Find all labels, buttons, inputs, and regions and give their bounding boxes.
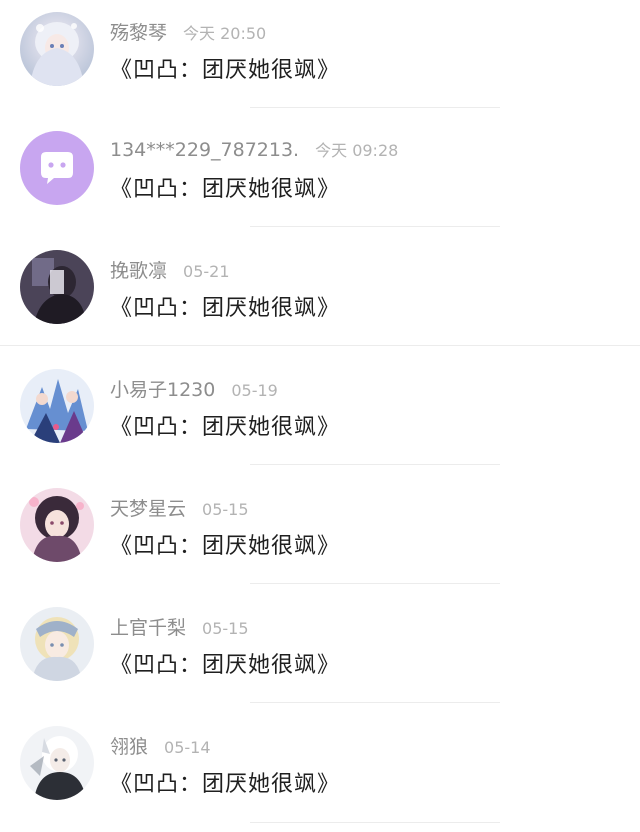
comment-item[interactable]: 天梦星云 05-15 《凹凸：团厌她很飒》	[0, 476, 640, 594]
divider	[250, 583, 500, 584]
comment-header: 挽歌凛 05-21	[110, 256, 230, 284]
comment-text: 《凹凸：团厌她很飒》	[110, 772, 341, 797]
user-avatar[interactable]	[20, 250, 94, 324]
username[interactable]: 挽歌凛	[110, 260, 167, 282]
comment-header: 翎狼 05-14	[110, 732, 211, 760]
comment-header: 天梦星云 05-15	[110, 494, 249, 522]
divider	[250, 822, 500, 823]
divider	[250, 702, 500, 703]
timestamp: 05-19	[231, 381, 278, 400]
divider	[250, 464, 500, 465]
dark-figure-avatar	[20, 250, 94, 324]
timestamp: 05-15	[202, 500, 249, 519]
comment-text: 《凹凸：团厌她很飒》	[110, 534, 341, 559]
timestamp: 05-14	[164, 738, 211, 757]
comment-text: 《凹凸：团厌她很飒》	[110, 296, 341, 321]
timestamp: 今天 09:28	[315, 141, 399, 160]
timestamp: 05-21	[183, 262, 230, 281]
blonde-anime-girl-avatar	[20, 607, 94, 681]
comment-item[interactable]: 殇黎琴 今天 20:50 《凹凸：团厌她很飒》	[0, 0, 640, 118]
username[interactable]: 小易子1230	[110, 379, 215, 401]
white-hair-anime-boy-avatar	[20, 726, 94, 800]
username[interactable]: 天梦星云	[110, 498, 186, 520]
divider	[250, 107, 500, 108]
comment-text: 《凹凸：团厌她很飒》	[110, 58, 341, 83]
divider	[0, 345, 640, 346]
username[interactable]: 134***229_787213.	[110, 139, 299, 161]
username[interactable]: 翎狼	[110, 736, 148, 758]
timestamp: 05-15	[202, 619, 249, 638]
pink-anime-girl-avatar	[20, 488, 94, 562]
comment-item[interactable]: 134***229_787213. 今天 09:28 《凹凸：团厌她很飒》	[0, 119, 640, 237]
anime-girl-white-hair-avatar	[20, 12, 94, 86]
comment-list: 殇黎琴 今天 20:50 《凹凸：团厌她很飒》 134***229_787213.…	[0, 0, 640, 827]
default-chat-bubble-avatar	[20, 131, 94, 205]
comment-header: 殇黎琴 今天 20:50	[110, 18, 266, 46]
comment-item[interactable]: 小易子1230 05-19 《凹凸：团厌她很飒》	[0, 357, 640, 475]
timestamp: 今天 20:50	[183, 24, 267, 43]
user-avatar[interactable]	[20, 488, 94, 562]
username[interactable]: 殇黎琴	[110, 22, 167, 44]
comment-text: 《凹凸：团厌她很飒》	[110, 653, 341, 678]
user-avatar[interactable]	[20, 726, 94, 800]
comment-header: 小易子1230 05-19	[110, 375, 278, 403]
comment-header: 上官千梨 05-15	[110, 613, 249, 641]
blue-anime-characters-avatar	[20, 369, 94, 443]
user-avatar[interactable]	[20, 607, 94, 681]
user-avatar[interactable]	[20, 12, 94, 86]
divider	[250, 226, 500, 227]
user-avatar[interactable]	[20, 369, 94, 443]
user-avatar[interactable]	[20, 131, 94, 205]
comment-item[interactable]: 上官千梨 05-15 《凹凸：团厌她很飒》	[0, 595, 640, 713]
username[interactable]: 上官千梨	[110, 617, 186, 639]
comment-item[interactable]: 挽歌凛 05-21 《凹凸：团厌她很飒》	[0, 238, 640, 356]
comment-text: 《凹凸：团厌她很飒》	[110, 415, 341, 440]
comment-header: 134***229_787213. 今天 09:28	[110, 137, 398, 165]
comment-item[interactable]: 翎狼 05-14 《凹凸：团厌她很飒》	[0, 714, 640, 832]
comment-text: 《凹凸：团厌她很飒》	[110, 177, 341, 202]
